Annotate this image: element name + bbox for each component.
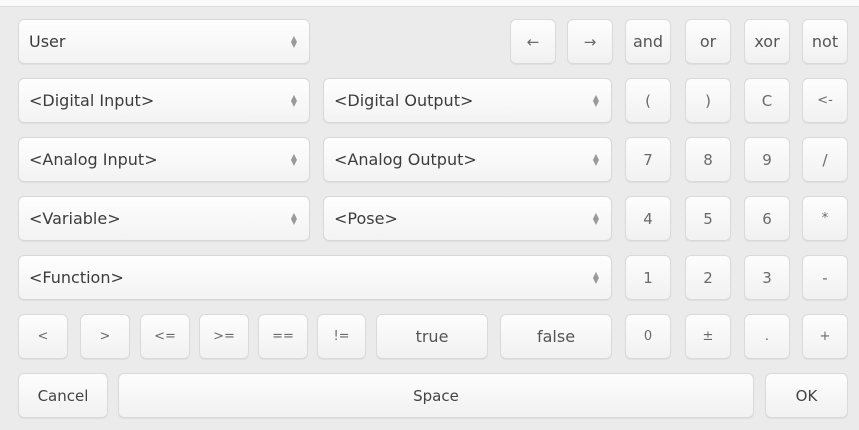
- digit-8-button[interactable]: 8: [685, 137, 731, 182]
- digit-4-button[interactable]: 4: [625, 196, 671, 241]
- digital-input-label: <Digital Input>: [29, 91, 155, 110]
- analog-input-select[interactable]: <Analog Input> ▲ ▼: [18, 137, 310, 182]
- close-paren-button[interactable]: ): [685, 78, 731, 123]
- less-than-button[interactable]: <: [18, 314, 68, 359]
- digital-input-select[interactable]: <Digital Input> ▲ ▼: [18, 78, 310, 123]
- space-button[interactable]: Space: [118, 373, 754, 418]
- multiply-button[interactable]: *: [802, 196, 848, 241]
- expression-keyboard-panel: User ▲ ▼ ← → and or xor not <Digital Inpu…: [0, 0, 859, 430]
- clear-button[interactable]: C: [744, 78, 790, 123]
- plus-button[interactable]: +: [802, 314, 848, 359]
- cancel-button[interactable]: Cancel: [18, 373, 108, 418]
- updown-arrows-icon: ▲ ▼: [592, 92, 599, 108]
- cursor-right-button[interactable]: →: [567, 19, 613, 64]
- plus-minus-button[interactable]: ±: [685, 314, 731, 359]
- minus-button[interactable]: -: [802, 255, 848, 300]
- function-select[interactable]: <Function> ▲ ▼: [18, 255, 612, 300]
- digit-9-button[interactable]: 9: [744, 137, 790, 182]
- variable-select[interactable]: <Variable> ▲ ▼: [18, 196, 310, 241]
- digital-output-label: <Digital Output>: [334, 91, 474, 110]
- not-button[interactable]: not: [802, 19, 848, 64]
- open-paren-button[interactable]: (: [625, 78, 671, 123]
- and-button[interactable]: and: [625, 19, 671, 64]
- digit-7-button[interactable]: 7: [625, 137, 671, 182]
- divide-button[interactable]: /: [802, 137, 848, 182]
- digit-6-button[interactable]: 6: [744, 196, 790, 241]
- less-equal-button[interactable]: <=: [140, 314, 190, 359]
- digit-0-button[interactable]: 0: [625, 314, 671, 359]
- digital-output-select[interactable]: <Digital Output> ▲ ▼: [323, 78, 612, 123]
- user-select-label: User: [29, 32, 66, 51]
- pose-label: <Pose>: [334, 209, 398, 228]
- digit-3-button[interactable]: 3: [744, 255, 790, 300]
- false-button[interactable]: false: [500, 314, 612, 359]
- user-select[interactable]: User ▲ ▼: [18, 19, 310, 64]
- function-label: <Function>: [29, 268, 124, 287]
- or-button[interactable]: or: [685, 19, 731, 64]
- analog-input-label: <Analog Input>: [29, 150, 158, 169]
- updown-arrows-icon: ▲ ▼: [290, 210, 297, 226]
- greater-than-button[interactable]: >: [80, 314, 130, 359]
- updown-arrows-icon: ▲ ▼: [290, 33, 297, 49]
- xor-button[interactable]: xor: [744, 19, 790, 64]
- true-button[interactable]: true: [376, 314, 488, 359]
- updown-arrows-icon: ▲ ▼: [592, 210, 599, 226]
- cursor-left-button[interactable]: ←: [510, 19, 556, 64]
- ok-button[interactable]: OK: [765, 373, 848, 418]
- analog-output-select[interactable]: <Analog Output> ▲ ▼: [323, 137, 612, 182]
- digit-2-button[interactable]: 2: [685, 255, 731, 300]
- digit-5-button[interactable]: 5: [685, 196, 731, 241]
- decimal-point-button[interactable]: .: [744, 314, 790, 359]
- not-equal-button[interactable]: !=: [317, 314, 366, 359]
- updown-arrows-icon: ▲ ▼: [592, 269, 599, 285]
- digit-1-button[interactable]: 1: [625, 255, 671, 300]
- greater-equal-button[interactable]: >=: [199, 314, 249, 359]
- updown-arrows-icon: ▲ ▼: [592, 151, 599, 167]
- variable-label: <Variable>: [29, 209, 121, 228]
- backspace-button[interactable]: <-: [802, 78, 848, 123]
- analog-output-label: <Analog Output>: [334, 150, 477, 169]
- updown-arrows-icon: ▲ ▼: [290, 92, 297, 108]
- equal-button[interactable]: ==: [258, 314, 308, 359]
- updown-arrows-icon: ▲ ▼: [290, 151, 297, 167]
- pose-select[interactable]: <Pose> ▲ ▼: [323, 196, 612, 241]
